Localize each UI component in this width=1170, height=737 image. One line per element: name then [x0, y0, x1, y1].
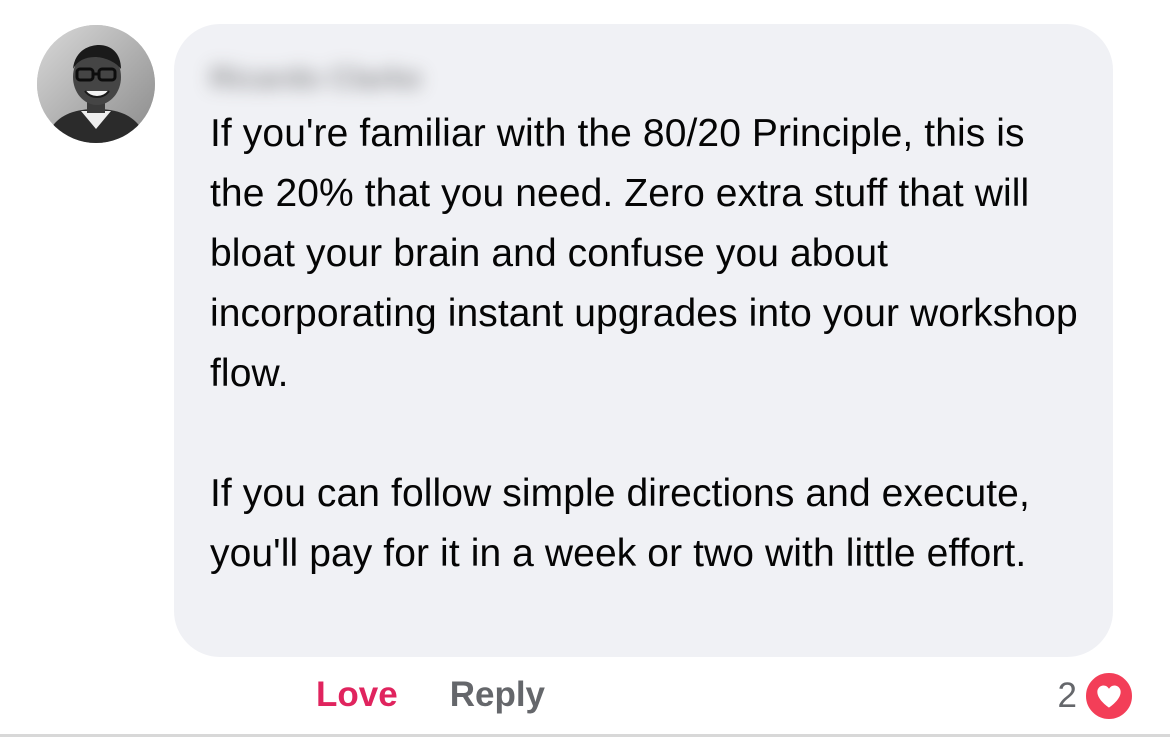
reply-button[interactable]: Reply [450, 672, 545, 718]
author-name[interactable]: Ricardo Clarke [210, 62, 422, 96]
comment-bubble: Ricardo Clarke If you're familiar with t… [174, 24, 1113, 657]
avatar-photo [37, 25, 155, 143]
comment-paragraph: If you're familiar with the 80/20 Princi… [210, 112, 1078, 395]
love-button[interactable]: Love [316, 672, 398, 718]
reaction-summary[interactable]: 2 [1058, 670, 1135, 722]
reaction-count: 2 [1057, 676, 1077, 715]
comment-actions: Love Reply [316, 672, 545, 718]
heart-icon [1083, 670, 1135, 722]
comment-paragraph: If you can follow simple directions and … [210, 472, 1030, 575]
avatar[interactable] [37, 25, 155, 143]
